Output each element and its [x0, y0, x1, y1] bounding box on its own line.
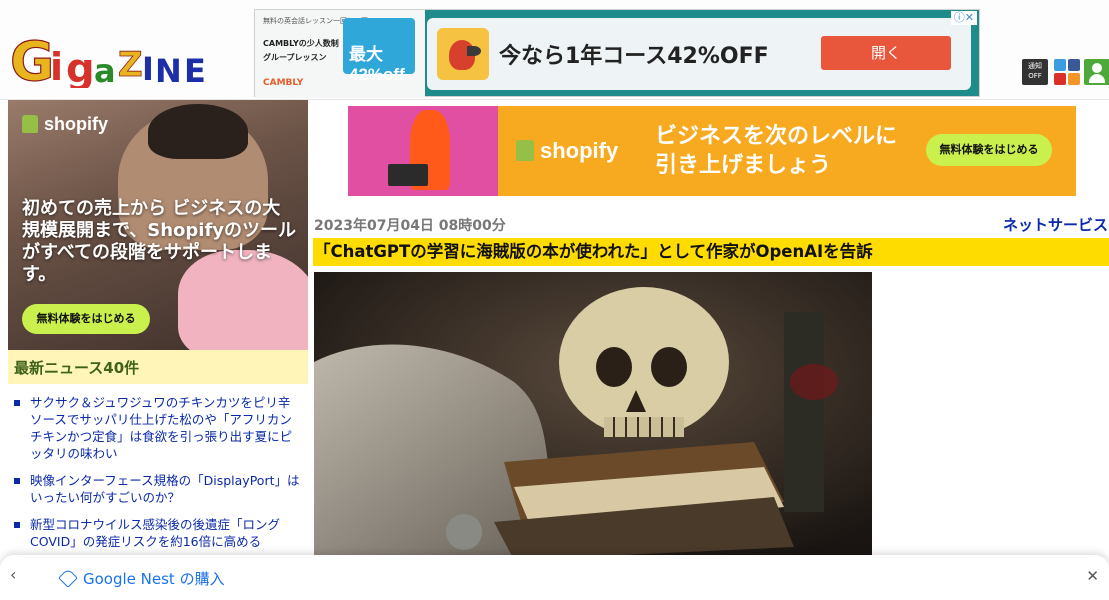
sidebar-ad-cta-button[interactable]: 無料体験をはじめる — [22, 304, 150, 334]
article-category-link[interactable]: ネットサービス — [1003, 214, 1108, 235]
tag-icon — [58, 568, 78, 588]
twitter-icon[interactable] — [1054, 59, 1066, 71]
svg-text:I: I — [142, 50, 154, 88]
rss-icon[interactable] — [1068, 73, 1080, 85]
article-datetime: 2023年07月04日 08時00分 — [314, 218, 506, 234]
main-shopify-ad[interactable]: shopify ビジネスを次のレベルに引き上げましょう 無料体験をはじめる — [348, 106, 1076, 196]
notify-icon[interactable]: 通知 OFF — [1022, 59, 1048, 85]
svg-text:i: i — [50, 45, 63, 88]
top-banner-ad[interactable]: 無料の英会話レッスン一回に一回 CAMBLYの少人数制 グループレッスン 最大4… — [254, 9, 980, 98]
main-ad-cta-button[interactable]: 無料体験をはじめる — [926, 134, 1052, 166]
facebook-icon[interactable] — [1068, 59, 1080, 71]
svg-text:Z: Z — [118, 45, 143, 85]
shopping-bar-label[interactable]: Google Nest の購入 — [83, 568, 225, 589]
top-ad-headline: 今なら1年コース42%OFF — [499, 44, 769, 69]
svg-text:E: E — [184, 52, 206, 88]
article-hero-image — [314, 272, 872, 560]
top-ad-card[interactable]: 今なら1年コース42%OFF 開く — [427, 18, 971, 90]
top-ad-promo: 無料の英会話レッスン一回に一回 CAMBLYの少人数制 グループレッスン 最大4… — [255, 10, 425, 98]
shopify-logo: shopify — [22, 114, 108, 135]
article-title-bar: 「ChatGPTの学習に海賊版の本が使われた」として作家がOpenAIを告訴 — [313, 238, 1109, 266]
bird-app-icon — [437, 28, 489, 80]
ad-woman-image — [348, 106, 498, 196]
chevron-left-icon[interactable]: ‹ — [10, 565, 16, 584]
latest-news-heading: 最新ニュース40件 — [8, 350, 308, 384]
youtube-icon[interactable] — [1054, 73, 1066, 85]
list-item[interactable]: 新型コロナウイルス感染後の後遺症「ロングCOVID」の発症リスクを約16倍に高め… — [14, 516, 300, 550]
sidebar-ad-copy: 初めての売上から ビジネスの大規模展開まで、Shopifyのツールがすべての段階… — [22, 198, 297, 285]
site-header: G i g a Z I N E 無料の英会話レッスン一回に一回 CAMBLYの少… — [0, 0, 1109, 100]
top-ad-open-button[interactable]: 開く — [821, 36, 951, 70]
top-ad-line2: グループレッスン — [263, 53, 327, 62]
google-shopping-bar: ‹ Google Nest の購入 ✕ — [0, 555, 1109, 600]
latest-news: 最新ニュース40件 サクサク＆ジュワジュワのチキンカツをピリ辛ソースでサッパリ仕… — [8, 350, 308, 560]
adchoices-icon[interactable]: ⓘ✕ — [950, 11, 977, 25]
svg-text:g: g — [66, 46, 95, 88]
close-icon[interactable]: ✕ — [1086, 567, 1099, 585]
user-icon[interactable] — [1084, 59, 1109, 85]
svg-text:a: a — [94, 52, 116, 88]
article-title: 「ChatGPTの学習に海賊版の本が使われた」として作家がOpenAIを告訴 — [314, 242, 873, 261]
discount-badge: 最大42%off — [343, 18, 415, 84]
sidebar-shopify-ad[interactable]: shopify 初めての売上から ビジネスの大規模展開まで、Shopifyのツー… — [8, 100, 308, 350]
list-item[interactable]: 映像インターフェース規格の「DisplayPort」はいったい何がすごいのか？ — [14, 472, 300, 506]
svg-text:N: N — [155, 52, 182, 88]
cambly-brand: CAMBLY — [263, 78, 304, 88]
latest-news-list: サクサク＆ジュワジュワのチキンカツをピリ辛ソースでサッパリ仕上げた松のや「アフリ… — [8, 384, 308, 550]
shopify-logo: shopify — [516, 138, 618, 164]
gigazine-logo[interactable]: G i g a Z I N E — [9, 29, 220, 93]
list-item[interactable]: サクサク＆ジュワジュワのチキンカツをピリ辛ソースでサッパリ仕上げた松のや「アフリ… — [14, 394, 300, 462]
main-ad-copy: ビジネスを次のレベルに引き上げましょう — [655, 124, 898, 178]
top-ad-line1: CAMBLYの少人数制 — [263, 39, 339, 48]
svg-text:G: G — [10, 30, 54, 88]
